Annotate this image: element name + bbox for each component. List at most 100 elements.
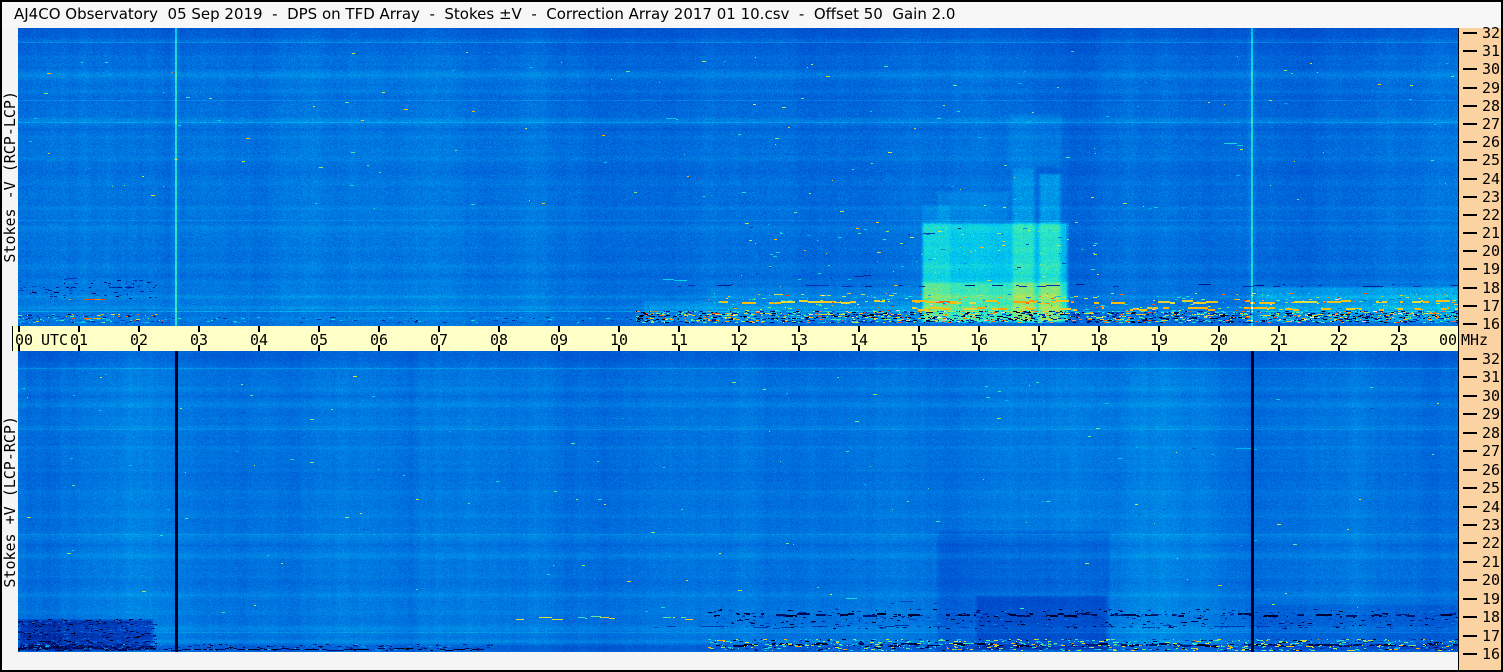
hour-label: 09 (549, 331, 569, 349)
freq-label: 22 (1481, 205, 1500, 224)
freq-label: 17 (1481, 296, 1500, 315)
freq-label: 19 (1481, 260, 1500, 279)
freq-tick (1463, 250, 1477, 253)
freq-label: 25 (1481, 151, 1500, 170)
hour-label: 06 (369, 331, 389, 349)
time-axis: 00 01 02 03 04 05 06 07 08 09 10 11 12 13 14 15 16 17 18 19… (12, 326, 1460, 351)
hour-label: 00 (1438, 331, 1457, 349)
freq-label: 25 (1481, 479, 1500, 498)
hour-label: 19 (1149, 331, 1169, 349)
hour-label: 17 (1029, 331, 1049, 349)
freq-tick (1463, 104, 1477, 107)
hour-label: 20 (1209, 331, 1229, 349)
hour-label: 02 (129, 331, 149, 349)
freq-tick (1463, 468, 1477, 471)
freq-tick (1463, 542, 1477, 545)
freq-label: 21 (1481, 224, 1500, 243)
freq-tick (1463, 358, 1477, 360)
freq-label: 28 (1481, 423, 1500, 442)
freq-label: 16 (1481, 645, 1500, 663)
freq-tick (1463, 268, 1477, 271)
freq-tick (1463, 431, 1477, 434)
freq-tick (1463, 487, 1477, 490)
hour-label: 03 (189, 331, 209, 349)
spectrogram-stokes-plus-v (18, 351, 1458, 652)
freq-tick (1463, 560, 1477, 563)
freq-label: 24 (1481, 169, 1500, 188)
frequency-scale: 32 31 30 29 28 27 26 25 24 23 22 21 20 19 18 17 16 32 31 30… (1458, 24, 1501, 670)
page-title: AJ4CO Observatory 05 Sep 2019 - DPS on T… (14, 5, 956, 23)
freq-tick (1463, 50, 1477, 53)
freq-label: 21 (1481, 552, 1500, 571)
freq-label: 23 (1481, 187, 1500, 206)
utc-unit-label: UTC (41, 331, 69, 349)
freq-tick (1463, 177, 1477, 180)
freq-label: 18 (1481, 608, 1500, 627)
freq-label: 22 (1481, 534, 1500, 553)
hour-label: 16 (969, 331, 989, 349)
freq-label: 23 (1481, 515, 1500, 534)
mhz-unit-label: MHz (1461, 331, 1489, 349)
freq-tick (1463, 141, 1477, 144)
hour-label: 10 (609, 331, 629, 349)
freq-tick (1463, 579, 1477, 582)
hour-label: 04 (249, 331, 269, 349)
freq-tick (1463, 634, 1477, 637)
freq-label: 18 (1481, 278, 1500, 297)
hour-label: 22 (1329, 331, 1349, 349)
freq-tick (1463, 616, 1477, 619)
freq-tick (1463, 232, 1477, 235)
hour-label: 15 (909, 331, 929, 349)
freq-tick (1463, 32, 1477, 34)
panel-label-text: Stokes -V (RCP-LCP) (1, 91, 19, 263)
freq-tick (1463, 394, 1477, 397)
freq-label: 28 (1481, 96, 1500, 115)
freq-tick (1463, 505, 1477, 508)
freq-tick (1463, 450, 1477, 453)
freq-tick (1463, 523, 1477, 526)
freq-label: 31 (1481, 368, 1500, 387)
hour-label: 11 (669, 331, 689, 349)
hour-label: 13 (789, 331, 809, 349)
panel-label-stokes-plus-v: Stokes +V (LCP-RCP) (1, 351, 19, 652)
freq-tick (1463, 376, 1477, 379)
hour-label: 21 (1269, 331, 1289, 349)
panel-label-text: Stokes +V (LCP-RCP) (1, 415, 19, 588)
hour-label: 07 (429, 331, 449, 349)
hour-label: 18 (1089, 331, 1109, 349)
freq-label: 30 (1481, 386, 1500, 405)
freq-tick (1463, 195, 1477, 198)
freq-tick (1463, 86, 1477, 89)
freq-tick (1463, 213, 1477, 216)
freq-label: 30 (1481, 60, 1500, 79)
freq-label: 32 (1481, 350, 1500, 368)
freq-tick (1463, 122, 1477, 125)
freq-tick (1463, 68, 1477, 71)
freq-label: 31 (1481, 42, 1500, 61)
hour-label: 12 (729, 331, 749, 349)
freq-tick (1463, 413, 1477, 416)
freq-label: 19 (1481, 589, 1500, 608)
freq-label: 24 (1481, 497, 1500, 516)
freq-tick (1463, 597, 1477, 600)
freq-label: 29 (1481, 405, 1500, 424)
title-bar: AJ4CO Observatory 05 Sep 2019 - DPS on T… (2, 2, 1501, 28)
freq-tick (1463, 653, 1477, 655)
freq-label: 17 (1481, 626, 1500, 645)
hour-label: 14 (849, 331, 869, 349)
freq-label: 26 (1481, 460, 1500, 479)
freq-label: 27 (1481, 442, 1500, 461)
hour-label: 00 (15, 331, 34, 349)
panel-label-stokes-minus-v: Stokes -V (RCP-LCP) (1, 28, 19, 326)
freq-label: 20 (1481, 571, 1500, 590)
freq-label: 20 (1481, 242, 1500, 261)
freq-tick (1463, 159, 1477, 162)
hour-label: 08 (489, 331, 509, 349)
freq-label: 26 (1481, 133, 1500, 152)
spectrogram-stokes-minus-v (18, 28, 1458, 326)
freq-label: 27 (1481, 114, 1500, 133)
freq-tick (1463, 304, 1477, 307)
hour-label: 05 (309, 331, 329, 349)
freq-label: 32 (1481, 24, 1500, 42)
spectrograph-window: AJ4CO Observatory 05 Sep 2019 - DPS on T… (0, 0, 1503, 672)
